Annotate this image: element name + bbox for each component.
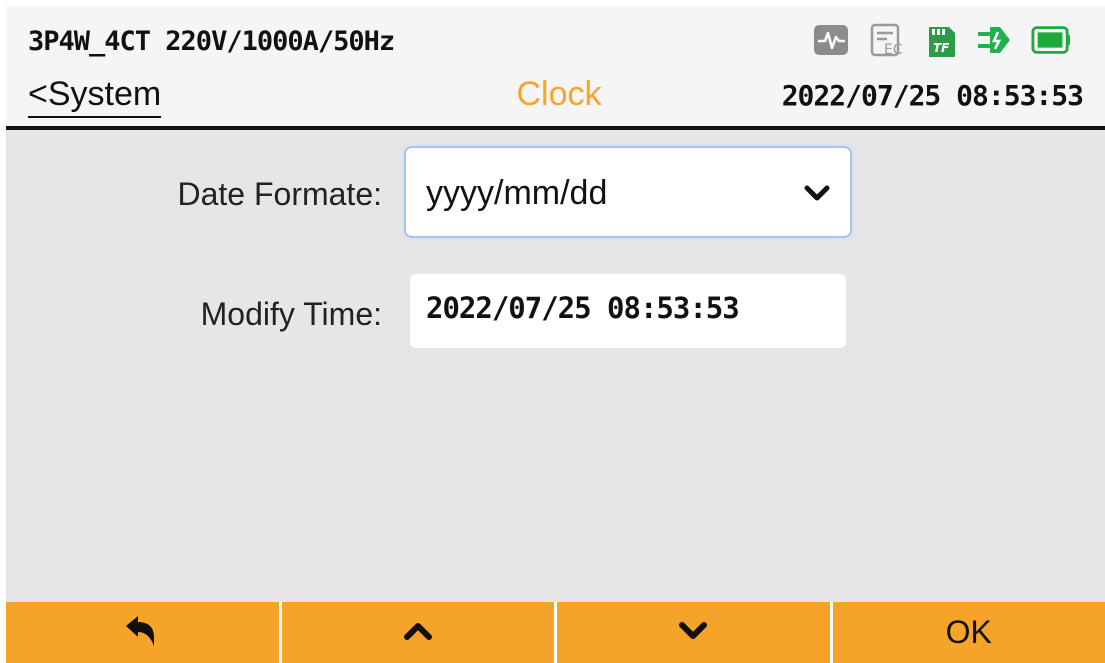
battery-icon	[1031, 22, 1071, 58]
header-divider	[6, 126, 1105, 130]
date-format-value: yyyy/mm/dd	[426, 174, 608, 212]
chevron-down-icon	[676, 616, 710, 650]
report-icon: EC	[866, 22, 906, 58]
power-plug-icon	[976, 22, 1016, 58]
tf-card-icon: TF	[921, 22, 961, 58]
screen: 3P4W_4CT 220V/1000A/50Hz EC TF <System C…	[6, 6, 1105, 663]
return-icon	[122, 613, 162, 653]
modify-time-label: Modify Time:	[200, 296, 382, 332]
waveform-icon	[811, 22, 851, 58]
modify-time-field[interactable]: 2022/07/25 08:53:53	[410, 274, 846, 348]
header: 3P4W_4CT 220V/1000A/50Hz EC TF <System C…	[6, 6, 1105, 126]
page-title: Clock	[516, 75, 602, 113]
svg-text:TF: TF	[933, 41, 950, 55]
svg-text:EC: EC	[884, 42, 903, 58]
date-format-label: Date Formate:	[177, 176, 382, 212]
ok-label: OK	[945, 614, 992, 650]
back-to-system-link[interactable]: <System	[28, 74, 162, 118]
current-datetime: 2022/07/25 08:53:53	[781, 79, 1084, 112]
footer-toolbar: OK	[6, 602, 1105, 663]
up-button[interactable]	[281, 602, 557, 663]
ok-button[interactable]: OK	[832, 602, 1105, 663]
chevron-down-icon	[802, 178, 832, 208]
wiring-config: 3P4W_4CT 220V/1000A/50Hz	[28, 26, 395, 57]
date-format-select[interactable]: yyyy/mm/dd	[404, 146, 852, 238]
down-button[interactable]	[557, 602, 833, 663]
back-button[interactable]	[6, 602, 282, 663]
modify-time-value: 2022/07/25 08:53:53	[426, 291, 740, 325]
status-bar: EC TF	[811, 22, 1071, 58]
chevron-up-icon	[401, 616, 435, 650]
